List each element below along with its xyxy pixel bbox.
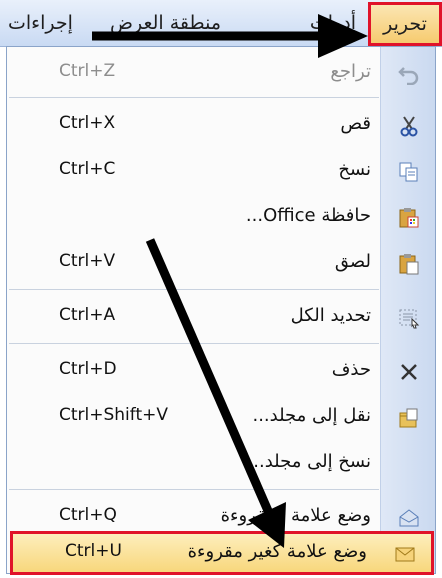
menu-edit[interactable]: تحرير [368,2,442,46]
mark-unread-icon [392,541,418,567]
menu-item-shortcut: Ctrl+X [59,113,116,133]
menu-item-shortcut: Ctrl+A [59,305,116,325]
menu-item-shortcut: Ctrl+U [65,541,122,561]
menu-item-select-all[interactable]: تحديد الكل Ctrl+A [7,295,435,339]
menu-item-label: قص [340,113,371,134]
menu-item-shortcut: Ctrl+V [59,251,116,271]
menu-bar: إجراءات منطقة العرض أدوات تحرير [0,0,442,47]
menu-item-label: حذف [331,359,371,380]
menu-tools[interactable]: أدوات [310,12,356,34]
menu-item-delete[interactable]: حذف Ctrl+D [7,349,435,393]
menu-item-label: تراجع [330,61,371,82]
menu-item-label: وضع علامة كمقروءة [220,505,371,526]
menu-separator [9,97,379,98]
menu-item-label: حافظة Office... [245,205,371,226]
undo-icon [396,61,422,87]
menu-item-shortcut: Ctrl+Shift+V [59,405,169,425]
scissors-icon [396,113,422,139]
menu-separator [9,343,379,344]
menu-item-label: وضع علامة كغير مقروءة [187,541,367,562]
menu-item-office-clipboard[interactable]: حافظة Office... [7,195,435,239]
move-folder-icon [396,405,422,431]
delete-icon [396,359,422,385]
menu-item-paste[interactable]: لصق Ctrl+V [7,241,435,285]
menu-item-label: نقل إلى مجلد... [252,405,371,426]
menu-item-shortcut: Ctrl+Q [59,505,117,525]
copy-icon [396,159,422,185]
menu-item-shortcut: Ctrl+C [59,159,116,179]
menu-item-undo: تراجع Ctrl+Z [7,51,435,95]
menu-item-copy[interactable]: نسخ Ctrl+C [7,149,435,193]
menu-item-shortcut: Ctrl+Z [59,61,116,81]
select-all-icon [396,305,422,331]
menu-item-label: نسخ إلى مجلد... [247,451,371,472]
copy-folder-icon [396,451,422,477]
menu-item-label: تحديد الكل [290,305,371,326]
menu-view[interactable]: منطقة العرض [110,12,221,34]
menu-item-label: نسخ [338,159,371,180]
menu-separator [9,489,379,490]
menu-actions[interactable]: إجراءات [8,12,73,34]
menu-item-label: لصق [334,251,371,272]
menu-item-copy-to-folder[interactable]: نسخ إلى مجلد... [7,441,435,485]
menu-item-mark-as-unread[interactable]: وضع علامة كغير مقروءة Ctrl+U [10,531,434,575]
menu-separator [9,289,379,290]
mark-read-icon [396,505,422,531]
edit-dropdown-menu: تراجع Ctrl+Z قص Ctrl+X نسخ Ctrl+C حافظة … [6,46,436,575]
paste-icon [396,251,422,277]
menu-item-cut[interactable]: قص Ctrl+X [7,103,435,147]
menu-item-move-to-folder[interactable]: نقل إلى مجلد... Ctrl+Shift+V [7,395,435,439]
menu-item-shortcut: Ctrl+D [59,359,117,379]
clipboard-icon [396,205,422,231]
